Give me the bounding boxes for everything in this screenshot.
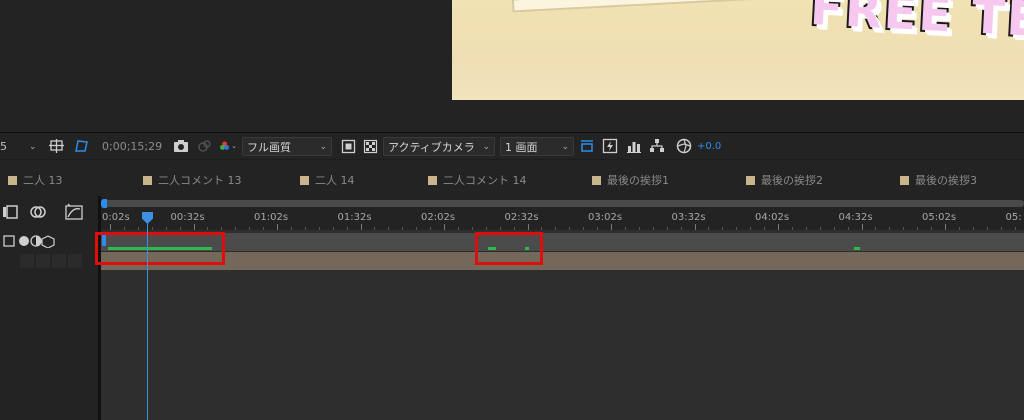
layer-label[interactable]: 最後の挨拶1 (592, 172, 669, 188)
layer-switch-cells[interactable] (20, 254, 82, 268)
composition-frame[interactable]: FREE TE (452, 0, 1024, 100)
layer-label-text: 二人コメント 14 (443, 174, 527, 187)
timecode-text: 0;00;15;29 (102, 140, 163, 153)
mask-visibility-icon[interactable] (72, 137, 90, 155)
ruler-time-label: 05: (1005, 212, 1022, 223)
ruler-time-label: 0:02s (102, 212, 130, 223)
snapshot-camera-icon[interactable] (172, 137, 190, 155)
composition-viewer[interactable]: FREE TE (0, 0, 1024, 132)
chevron-down-icon: ⌄ (561, 141, 569, 152)
layer-label-text: 二人 14 (315, 174, 355, 187)
motion-blur-icon[interactable] (29, 204, 47, 223)
layer-label-row: 二人 13 二人コメント 13 二人 14 二人コメント 14 最後の挨拶1 最… (0, 160, 1024, 196)
layer-label-text: 最後の挨拶1 (607, 174, 669, 187)
ruler-time-label: 01:02s (254, 212, 289, 223)
fast-previews-icon[interactable] (601, 137, 619, 155)
ruler-time-label: 00:32s (170, 212, 205, 223)
highlight-box (95, 232, 225, 265)
overlay-text: FREE TE (807, 0, 1024, 50)
layer-label-text: 最後の挨拶3 (915, 174, 977, 187)
layer-label[interactable]: 二人コメント 14 (428, 172, 527, 188)
label-color-swatch (300, 175, 309, 185)
switch-icons[interactable] (0, 234, 66, 248)
layer-label-text: 二人 13 (23, 174, 63, 187)
keyframe-marker[interactable] (854, 247, 860, 250)
show-snapshot-icon[interactable] (196, 137, 214, 155)
view-value: アクティブカメラ (388, 140, 475, 154)
view-dropdown[interactable]: アクティブカメラ ⌄ (383, 137, 495, 156)
ruler-time-label: 05:02s (922, 212, 957, 223)
viewer-toolbar: 5 ⌄ 0;00;15;29 ⌄ フル画質 ⌄ アクティブカメラ ⌄ 1 画面 … (0, 132, 1024, 159)
region-of-interest-icon[interactable] (339, 137, 357, 155)
resolution-dropdown[interactable]: フル画質 ⌄ (242, 137, 332, 156)
exposure-value[interactable]: +0.0 (697, 137, 721, 156)
ruler-time-label: 03:32s (671, 212, 706, 223)
layer-label[interactable]: 最後の挨拶3 (900, 172, 977, 188)
time-ruler[interactable]: 0:02s 00:32s 01:02s 01:32s 02:02s 02:32s 03:02… (101, 196, 1024, 230)
ruler-time-label: 04:02s (755, 212, 790, 223)
transparency-grid-icon[interactable] (361, 137, 379, 155)
playhead-line[interactable] (147, 222, 148, 420)
time-navigator-bar[interactable] (103, 200, 1024, 207)
ruler-time-label: 01:32s (337, 212, 372, 223)
chevron-down-icon: ⌄ (231, 142, 237, 150)
resolution-value: フル画質 (247, 140, 291, 154)
label-color-swatch (8, 175, 17, 185)
magnification-dropdown[interactable]: 5 ⌄ (0, 137, 37, 156)
color-channels-icon[interactable]: ⌄ (219, 137, 237, 155)
banner-graphic (511, 0, 763, 13)
label-color-swatch (746, 175, 755, 185)
comp-flowchart-icon[interactable] (648, 137, 666, 155)
ruler-time-label: 03:02s (588, 212, 623, 223)
highlight-box (475, 232, 543, 265)
ruler-time-label: 02:02s (421, 212, 456, 223)
magnification-value: 5 (0, 140, 7, 153)
label-color-swatch (900, 175, 909, 185)
layer-track-bar[interactable] (101, 252, 1024, 270)
label-color-swatch (428, 175, 437, 185)
timeline-icon[interactable] (625, 137, 643, 155)
chevron-down-icon: ⌄ (319, 141, 327, 152)
composition-settings-icon[interactable] (2, 204, 18, 223)
reset-exposure-icon[interactable] (675, 137, 693, 155)
exposure-text: +0.0 (697, 141, 722, 152)
layer-label[interactable]: 二人コメント 13 (143, 172, 242, 188)
work-area-start-handle[interactable] (101, 199, 107, 208)
layer-label[interactable]: 二人 13 (8, 172, 63, 188)
current-time-display[interactable]: 0;00;15;29 (102, 137, 162, 156)
layout-value: 1 画面 (505, 140, 538, 154)
ruler-time-label: 04:32s (838, 212, 873, 223)
graph-editor-icon[interactable] (65, 203, 83, 224)
layer-track-bar[interactable] (101, 233, 1024, 251)
layer-label[interactable]: 二人 14 (300, 172, 355, 188)
layer-switches-panel (0, 196, 100, 420)
chevron-down-icon: ⌄ (482, 141, 490, 152)
label-color-swatch (143, 175, 152, 185)
layer-switches-header (0, 234, 66, 248)
grid-guide-icon[interactable] (48, 137, 66, 155)
chevron-down-icon: ⌄ (29, 141, 37, 152)
toggle-pixel-aspect-icon[interactable] (578, 137, 596, 155)
layer-label-text: 最後の挨拶2 (761, 174, 823, 187)
after-effects-window: FREE TE 5 ⌄ 0;00;15;29 ⌄ フル画質 ⌄ アクティブカメラ… (0, 0, 1024, 420)
layer-label[interactable]: 最後の挨拶2 (746, 172, 823, 188)
view-layout-dropdown[interactable]: 1 画面 ⌄ (500, 137, 574, 156)
ruler-time-label: 02:32s (504, 212, 539, 223)
label-color-swatch (592, 175, 601, 185)
layer-label-text: 二人コメント 13 (158, 174, 242, 187)
